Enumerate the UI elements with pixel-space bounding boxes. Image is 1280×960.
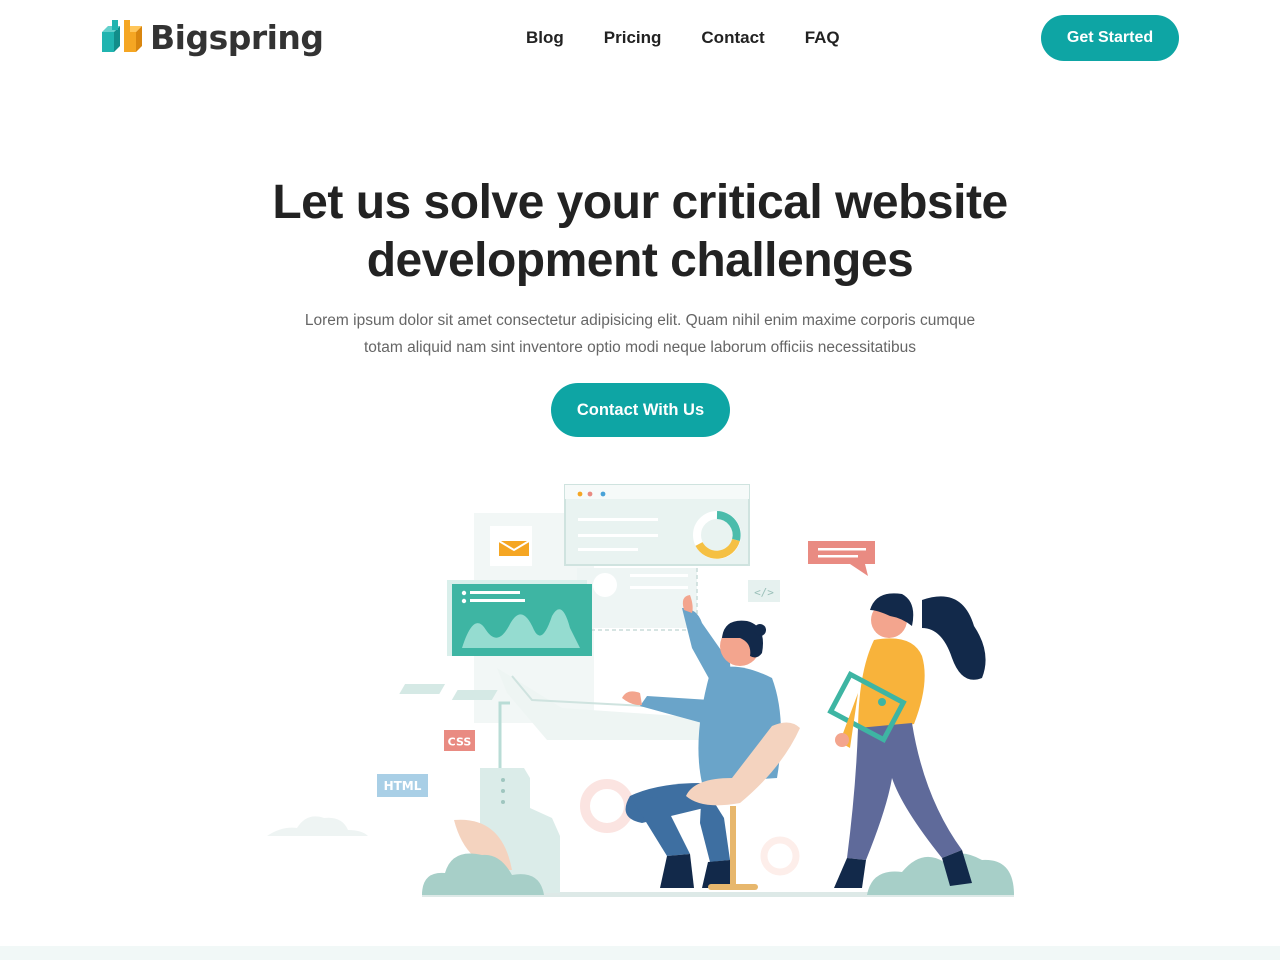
site-header: Bigspring Blog Pricing Contact FAQ Get S… — [0, 0, 1280, 76]
woman-figure — [827, 593, 986, 888]
speech-bubble — [808, 541, 875, 564]
nav-link-faq[interactable]: FAQ — [805, 28, 840, 48]
man-figure — [622, 595, 781, 888]
window-dot-icon — [587, 491, 593, 497]
bush-shape — [867, 853, 1014, 895]
hero-subtitle: Lorem ipsum dolor sit amet consectetur a… — [290, 307, 990, 361]
logo[interactable]: Bigspring — [100, 16, 324, 58]
window-dot-icon — [600, 491, 606, 497]
hero-subtitle-line1: Lorem ipsum dolor sit amet consectetur a… — [304, 312, 976, 329]
hero-title-line1: Let us solve your critical website — [272, 176, 1008, 229]
contact-with-us-button[interactable]: Contact With Us — [551, 383, 730, 437]
code-tag-label: </> — [754, 586, 774, 599]
css-tag-label: CSS — [448, 736, 472, 749]
hero-title-line2: development challenges — [366, 234, 914, 287]
hero-subtitle-line2: totam aliquid nam sint inventore optio m… — [364, 339, 916, 356]
html-tag-label: HTML — [384, 779, 422, 793]
nav-link-contact[interactable]: Contact — [701, 28, 764, 48]
gear-icon — [580, 779, 634, 833]
window-dot-icon — [577, 491, 583, 497]
avatar-placeholder — [593, 573, 617, 597]
nav-link-pricing[interactable]: Pricing — [604, 28, 662, 48]
gear-icon — [760, 836, 800, 876]
get-started-button[interactable]: Get Started — [1041, 15, 1179, 61]
chair-leg — [730, 806, 736, 888]
main-nav: Blog Pricing Contact FAQ — [506, 22, 860, 54]
logo-text: Bigspring — [150, 17, 324, 57]
hero-title: Let us solve your critical website devel… — [240, 174, 1040, 290]
browser-toolbar — [565, 485, 749, 499]
cloud-shape — [267, 816, 368, 836]
nav-link-blog[interactable]: Blog — [526, 28, 564, 48]
next-section-band — [0, 946, 1280, 960]
hero-illustration: </> CSS HTML — [267, 484, 1014, 897]
logo-icon — [102, 20, 142, 52]
